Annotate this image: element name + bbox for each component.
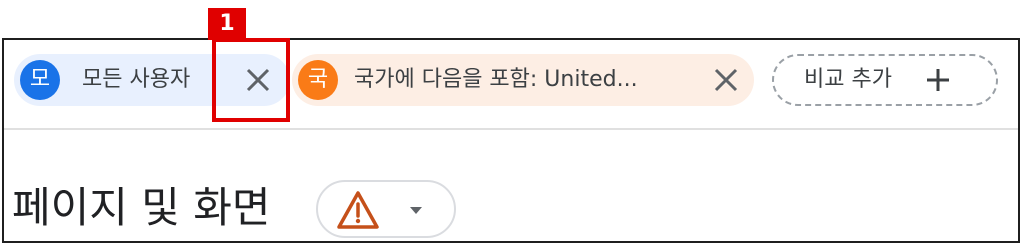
annotation-number-label: 1: [208, 8, 246, 40]
caret-down-icon: [410, 207, 422, 214]
report-panel: 모 모든 사용자 국 국가에 다음을 포함: United... 비교 추가 페…: [2, 38, 1020, 243]
plus-icon: [927, 69, 949, 91]
annotation-highlight-box: [212, 38, 290, 122]
divider: [4, 128, 1018, 130]
add-comparison-button[interactable]: 비교 추가: [772, 54, 998, 106]
page-title: 페이지 및 화면: [12, 183, 271, 232]
warning-icon: [337, 191, 379, 229]
warning-dropdown[interactable]: [316, 180, 456, 238]
avatar-country: 국: [298, 60, 338, 100]
avatar-all-users: 모: [20, 60, 60, 100]
filter-chip-label: 국가에 다음을 포함: United...: [354, 67, 638, 92]
close-icon[interactable]: [710, 64, 742, 96]
add-comparison-label: 비교 추가: [804, 67, 892, 92]
filter-chip-label: 모든 사용자: [82, 67, 191, 92]
filter-chip-country[interactable]: 국 국가에 다음을 포함: United...: [292, 54, 754, 106]
